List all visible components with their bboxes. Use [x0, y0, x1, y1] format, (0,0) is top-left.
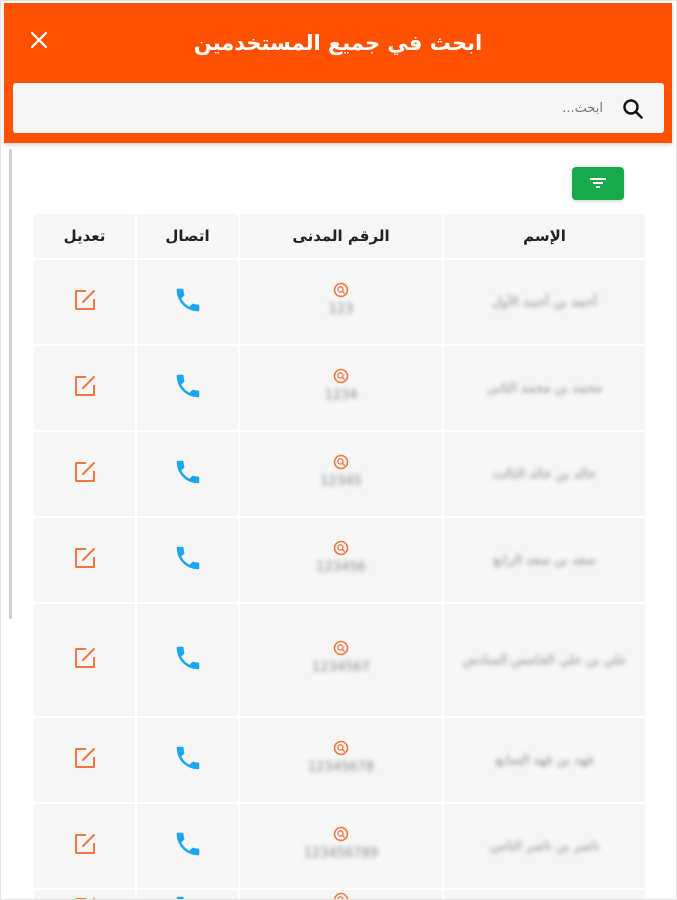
phone-icon[interactable]	[173, 457, 203, 487]
edit-icon[interactable]	[71, 644, 99, 672]
edit-icon[interactable]	[71, 894, 99, 900]
name-cell	[444, 890, 645, 899]
civil-id-cell: 123	[240, 260, 442, 344]
call-cell[interactable]	[137, 718, 238, 802]
phone-icon[interactable]	[173, 543, 203, 573]
search-icon	[333, 740, 349, 756]
edit-cell[interactable]	[34, 718, 135, 802]
civil-id: 1234567	[312, 660, 370, 675]
name-cell: محمد بن محمد الثاني	[444, 346, 645, 430]
civil-id-cell: 123456789	[240, 804, 442, 888]
search-icon[interactable]	[622, 98, 644, 120]
table-row: علي بن علي الخامس السادس 1234567	[34, 604, 645, 716]
user-name: أحمد بن أحمد الأول	[492, 295, 597, 310]
name-cell: ناصر بن ناصر الثامن	[444, 804, 645, 888]
column-header-edit: تعديل	[34, 214, 135, 258]
call-cell[interactable]	[137, 432, 238, 516]
table-row: خالد بن خالد الثالث 12345	[34, 432, 645, 516]
civil-id-cell: 123456	[240, 518, 442, 602]
column-header-civil-id: الرقم المدنى	[240, 214, 442, 258]
edit-icon[interactable]	[71, 286, 99, 314]
phone-icon[interactable]	[173, 829, 203, 859]
phone-icon[interactable]	[173, 893, 203, 900]
edit-cell[interactable]	[34, 804, 135, 888]
call-cell[interactable]	[137, 604, 238, 716]
civil-id-cell: 12345678	[240, 718, 442, 802]
table-row: محمد بن محمد الثاني 1234	[34, 346, 645, 430]
user-name: علي بن علي الخامس السادس	[462, 653, 627, 668]
search-icon	[333, 540, 349, 556]
user-name: ناصر بن ناصر الثامن	[489, 839, 600, 854]
search-icon	[333, 640, 349, 656]
civil-id: 123456789	[303, 846, 379, 861]
table-row: ناصر بن ناصر الثامن 123456789	[34, 804, 645, 888]
table-row: أحمد بن أحمد الأول 123	[34, 260, 645, 344]
civil-id-cell	[240, 890, 442, 899]
dialog-title: ابحث في جميع المستخدمين	[193, 31, 483, 55]
call-cell[interactable]	[137, 260, 238, 344]
edit-icon[interactable]	[71, 372, 99, 400]
call-cell[interactable]	[137, 890, 238, 900]
phone-icon[interactable]	[173, 285, 203, 315]
search-icon	[333, 826, 349, 842]
call-cell[interactable]	[137, 518, 238, 602]
civil-id: 1234	[324, 388, 358, 403]
search-input[interactable]	[23, 83, 603, 133]
edit-icon[interactable]	[71, 744, 99, 772]
civil-id-cell: 1234	[240, 346, 442, 430]
table-row: فهد بن فهد السابع 12345678	[34, 718, 645, 802]
edit-cell[interactable]	[34, 604, 135, 716]
edit-icon[interactable]	[71, 458, 99, 486]
users-table: الإسم الرقم المدنى اتصال تعديل أحمد بن أ…	[32, 212, 647, 900]
dialog-header: ابحث في جميع المستخدمين	[4, 3, 672, 143]
search-icon	[333, 282, 349, 298]
phone-icon[interactable]	[173, 743, 203, 773]
table-body: أحمد بن أحمد الأول 123 محمد بن محمد الثاني…	[34, 260, 645, 900]
user-name: خالد بن خالد الثالث	[492, 467, 597, 482]
civil-id: 123	[328, 302, 354, 317]
edit-cell[interactable]	[34, 260, 135, 344]
filter-icon	[590, 178, 606, 188]
call-cell[interactable]	[137, 804, 238, 888]
civil-id: 12345	[320, 474, 362, 489]
table-row: سعد بن سعد الرابع 123456	[34, 518, 645, 602]
phone-icon[interactable]	[173, 371, 203, 401]
edit-cell[interactable]	[34, 432, 135, 516]
users-search-dialog: ابحث في جميع المستخدمين الإسم الرقم المد…	[0, 0, 677, 900]
name-cell: فهد بن فهد السابع	[444, 718, 645, 802]
scrollbar[interactable]	[9, 149, 12, 619]
edit-cell[interactable]	[34, 518, 135, 602]
edit-cell[interactable]	[34, 890, 135, 900]
name-cell: أحمد بن أحمد الأول	[444, 260, 645, 344]
user-name: سعد بن سعد الرابع	[493, 553, 596, 568]
table-row	[34, 890, 645, 900]
search-icon	[333, 454, 349, 470]
search-icon	[333, 892, 349, 899]
column-header-call: اتصال	[137, 214, 238, 258]
civil-id-cell: 1234567	[240, 604, 442, 716]
name-cell: سعد بن سعد الرابع	[444, 518, 645, 602]
search-icon	[333, 368, 349, 384]
edit-cell[interactable]	[34, 346, 135, 430]
edit-icon[interactable]	[71, 830, 99, 858]
table-header-row: الإسم الرقم المدنى اتصال تعديل	[34, 214, 645, 258]
name-cell: خالد بن خالد الثالث	[444, 432, 645, 516]
filter-button[interactable]	[572, 167, 624, 200]
user-name: محمد بن محمد الثاني	[486, 381, 603, 396]
user-name: فهد بن فهد السابع	[495, 753, 594, 768]
search-box	[13, 83, 664, 133]
civil-id: 12345678	[307, 760, 375, 775]
column-header-name: الإسم	[444, 214, 645, 258]
call-cell[interactable]	[137, 346, 238, 430]
civil-id: 123456	[316, 560, 366, 575]
edit-icon[interactable]	[71, 544, 99, 572]
civil-id-cell: 12345	[240, 432, 442, 516]
name-cell: علي بن علي الخامس السادس	[444, 604, 645, 716]
phone-icon[interactable]	[173, 643, 203, 673]
